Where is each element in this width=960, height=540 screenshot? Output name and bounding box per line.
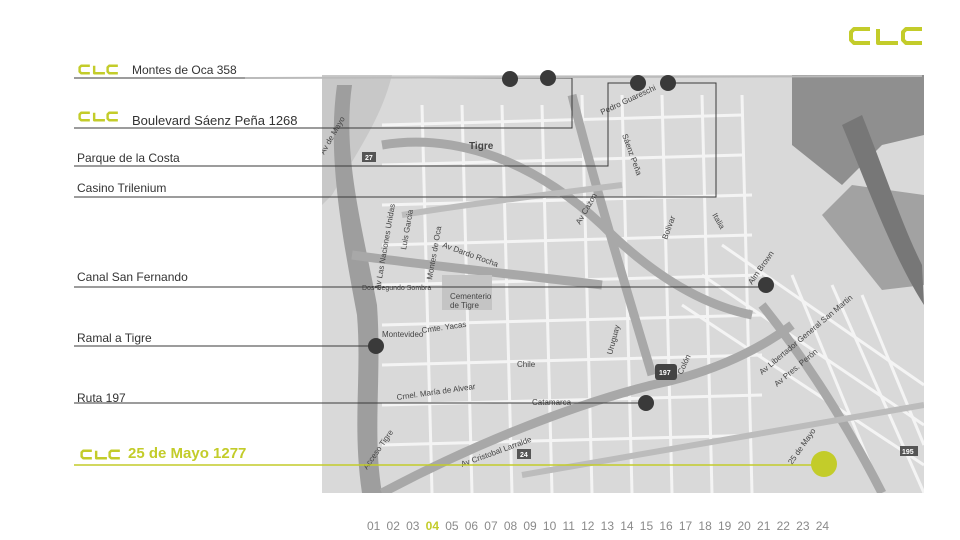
label-casino-trilenium: Casino Trilenium xyxy=(77,181,167,195)
page-link-24[interactable]: 24 xyxy=(816,519,829,533)
svg-text:Montevideo: Montevideo xyxy=(382,330,424,339)
label-25-de-mayo: 25 de Mayo 1277 xyxy=(128,445,247,462)
page-link-22[interactable]: 22 xyxy=(777,519,790,533)
svg-text:de Tigre: de Tigre xyxy=(450,301,479,310)
svg-text:197: 197 xyxy=(659,370,671,377)
page-link-19[interactable]: 19 xyxy=(718,519,731,533)
label-montes-de-oca: Montes de Oca 358 xyxy=(132,63,237,77)
page-link-14[interactable]: 14 xyxy=(620,519,633,533)
page-link-02[interactable]: 02 xyxy=(387,519,400,533)
clc-logo-small-mayo xyxy=(80,449,120,460)
svg-text:Chile: Chile xyxy=(517,360,536,369)
page-link-05[interactable]: 05 xyxy=(445,519,458,533)
svg-text:Tigre: Tigre xyxy=(469,141,494,152)
page-link-04[interactable]: 04 xyxy=(426,519,439,533)
svg-text:Cementerio: Cementerio xyxy=(450,292,492,301)
clc-logo-small-saenz xyxy=(78,111,118,122)
svg-text:195: 195 xyxy=(902,449,914,456)
label-ramal-a-tigre: Ramal a Tigre xyxy=(77,331,152,345)
svg-text:24: 24 xyxy=(520,452,528,459)
page-link-06[interactable]: 06 xyxy=(465,519,478,533)
svg-text:Catamarca: Catamarca xyxy=(532,398,572,407)
page-link-08[interactable]: 08 xyxy=(504,519,517,533)
page-link-15[interactable]: 15 xyxy=(640,519,653,533)
page-link-12[interactable]: 12 xyxy=(581,519,594,533)
page-link-07[interactable]: 07 xyxy=(484,519,497,533)
page-link-01[interactable]: 01 xyxy=(367,519,380,533)
label-parque-de-la-costa: Parque de la Costa xyxy=(77,151,180,165)
svg-text:Dos-Segundo Sombra: Dos-Segundo Sombra xyxy=(362,285,431,292)
page-link-16[interactable]: 16 xyxy=(659,519,672,533)
label-canal-san-fernando: Canal San Fernando xyxy=(77,270,188,284)
page-link-21[interactable]: 21 xyxy=(757,519,770,533)
clc-logo xyxy=(849,27,922,45)
page-link-13[interactable]: 13 xyxy=(601,519,614,533)
svg-text:27: 27 xyxy=(365,155,373,162)
page-link-18[interactable]: 18 xyxy=(698,519,711,533)
page-link-23[interactable]: 23 xyxy=(796,519,809,533)
label-ruta-197: Ruta 197 xyxy=(77,391,126,405)
slide-pagination: 01 02 03 04 05 06 07 08 09 10 11 12 13 14 15 16 17 18 19 20… xyxy=(367,519,835,533)
page-link-09[interactable]: 09 xyxy=(523,519,536,533)
street-map: Tigre Av Cazon Av Dardo Rocha Av Las Nac… xyxy=(318,75,926,497)
page-link-17[interactable]: 17 xyxy=(679,519,692,533)
page-link-20[interactable]: 20 xyxy=(738,519,751,533)
clc-logo-small-montes xyxy=(78,64,118,75)
page-link-03[interactable]: 03 xyxy=(406,519,419,533)
page-link-11[interactable]: 11 xyxy=(562,519,574,533)
page-link-10[interactable]: 10 xyxy=(543,519,556,533)
label-saenz-pena: Boulevard Sáenz Peña 1268 xyxy=(132,113,298,128)
